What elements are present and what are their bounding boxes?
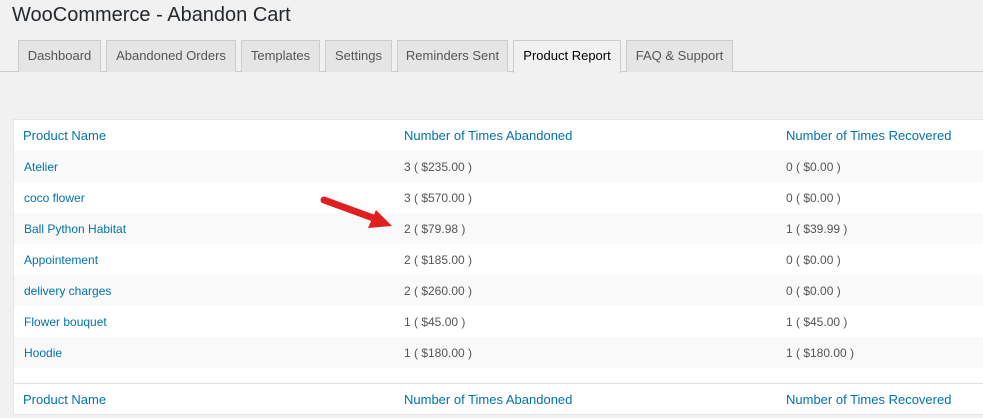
page-title: WooCommerce - Abandon Cart xyxy=(12,4,291,26)
times-recovered-value: 0 ( $0.00 ) xyxy=(786,284,841,298)
tab-settings[interactable]: Settings xyxy=(325,40,392,72)
column-header-times-abandoned[interactable]: Number of Times Abandoned xyxy=(404,128,572,143)
times-abandoned-value: 1 ( $180.00 ) xyxy=(404,346,473,360)
product-name-link[interactable]: delivery charges xyxy=(24,284,111,298)
table-footer: Product Name Number of Times Abandoned N… xyxy=(14,383,983,415)
footer-times-recovered[interactable]: Number of Times Recovered xyxy=(786,392,951,407)
times-recovered-value: 0 ( $0.00 ) xyxy=(786,191,841,205)
product-name-link[interactable]: Ball Python Habitat xyxy=(24,222,126,236)
table-header: Product Name Number of Times Abandoned N… xyxy=(14,120,983,152)
tab-dashboard[interactable]: Dashboard xyxy=(18,40,101,72)
times-abandoned-value: 2 ( $260.00 ) xyxy=(404,284,473,298)
product-name-link[interactable]: Flower bouquet xyxy=(24,315,107,329)
tab-product-report[interactable]: Product Report xyxy=(513,40,621,73)
product-name-link[interactable]: Atelier xyxy=(24,160,58,174)
table-row: Ball Python Habitat 2 ( $79.98 ) 1 ( $39… xyxy=(14,213,983,244)
column-header-product-name[interactable]: Product Name xyxy=(23,128,106,143)
table-row: Flower bouquet 1 ( $45.00 ) 1 ( $45.00 ) xyxy=(14,306,983,337)
tab-faq-support[interactable]: FAQ & Support xyxy=(626,40,733,72)
product-name-link[interactable]: Appointement xyxy=(24,253,98,267)
times-recovered-value: 1 ( $39.99 ) xyxy=(786,222,848,236)
times-recovered-value: 1 ( $45.00 ) xyxy=(786,315,848,329)
times-abandoned-value: 2 ( $79.98 ) xyxy=(404,222,466,236)
column-header-times-recovered[interactable]: Number of Times Recovered xyxy=(786,128,951,143)
product-report-table: Product Name Number of Times Abandoned N… xyxy=(13,119,983,415)
table-row: Appointement 2 ( $185.00 ) 0 ( $0.00 ) xyxy=(14,244,983,275)
times-abandoned-value: 2 ( $185.00 ) xyxy=(404,253,473,267)
product-name-link[interactable]: coco flower xyxy=(24,191,85,205)
times-recovered-value: 0 ( $0.00 ) xyxy=(786,160,841,174)
tab-reminders-sent[interactable]: Reminders Sent xyxy=(397,40,508,72)
table-row: Hoodie 1 ( $180.00 ) 1 ( $180.00 ) xyxy=(14,337,983,368)
times-abandoned-value: 3 ( $570.00 ) xyxy=(404,191,473,205)
table-row: Atelier 3 ( $235.00 ) 0 ( $0.00 ) xyxy=(14,151,983,182)
times-abandoned-value: 3 ( $235.00 ) xyxy=(404,160,473,174)
times-recovered-value: 0 ( $0.00 ) xyxy=(786,253,841,267)
times-recovered-value: 1 ( $180.00 ) xyxy=(786,346,855,360)
tab-templates[interactable]: Templates xyxy=(241,40,320,72)
footer-product-name[interactable]: Product Name xyxy=(23,392,106,407)
nav-tabs: Dashboard Abandoned Orders Templates Set… xyxy=(0,40,983,73)
footer-times-abandoned[interactable]: Number of Times Abandoned xyxy=(404,392,572,407)
times-abandoned-value: 1 ( $45.00 ) xyxy=(404,315,466,329)
product-name-link[interactable]: Hoodie xyxy=(24,346,62,360)
table-row: delivery charges 2 ( $260.00 ) 0 ( $0.00… xyxy=(14,275,983,306)
red-arrow-annotation xyxy=(320,196,392,228)
table-body: Atelier 3 ( $235.00 ) 0 ( $0.00 ) coco f… xyxy=(14,151,983,368)
table-row: coco flower 3 ( $570.00 ) 0 ( $0.00 ) xyxy=(14,182,983,213)
tab-abandoned-orders[interactable]: Abandoned Orders xyxy=(106,40,236,72)
